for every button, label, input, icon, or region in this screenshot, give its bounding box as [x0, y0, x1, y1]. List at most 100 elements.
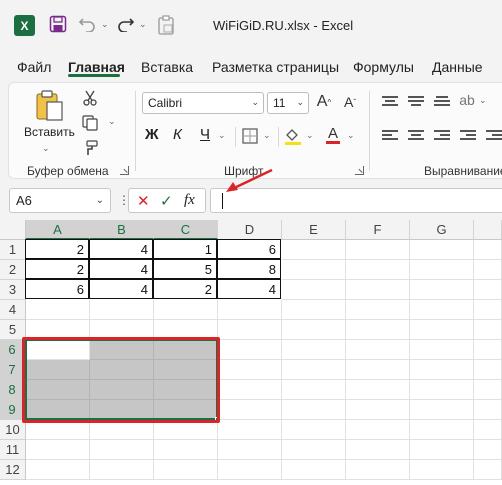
cell-a9[interactable] [26, 400, 90, 420]
cell-d12[interactable] [218, 460, 282, 480]
cell-f11[interactable] [346, 440, 410, 460]
cell-f5[interactable] [346, 320, 410, 340]
cell-d9[interactable] [218, 400, 282, 420]
row-header-5[interactable]: 5 [0, 320, 26, 340]
undo-dropdown-icon[interactable]: ⌄ [101, 19, 109, 30]
cell-g10[interactable] [410, 420, 474, 440]
align-middle-icon[interactable] [408, 96, 424, 108]
italic-button[interactable]: К [173, 126, 182, 143]
column-header-e[interactable]: E [282, 220, 346, 240]
cell-d11[interactable] [218, 440, 282, 460]
cell-a8[interactable] [26, 380, 90, 400]
cell-a7[interactable] [26, 360, 90, 380]
cell-f10[interactable] [346, 420, 410, 440]
row-header-6[interactable]: 6 [0, 340, 26, 360]
cell-f7[interactable] [346, 360, 410, 380]
cell-c2[interactable]: 5 [153, 259, 217, 279]
font-launcher-icon[interactable] [355, 166, 364, 175]
column-header-next[interactable] [474, 220, 502, 240]
row-header-12[interactable]: 12 [0, 460, 26, 480]
cell-h5[interactable] [474, 320, 502, 340]
cell-c12[interactable] [154, 460, 218, 480]
cell-h10[interactable] [474, 420, 502, 440]
align-top-icon[interactable] [382, 96, 398, 108]
cell-d5[interactable] [218, 320, 282, 340]
cell-h6[interactable] [474, 340, 502, 360]
cell-b4[interactable] [90, 300, 154, 320]
tab-insert[interactable]: Вставка [141, 59, 193, 75]
row-header-1[interactable]: 1 [0, 240, 26, 260]
paste-dropdown-icon[interactable]: ⌄ [42, 143, 50, 154]
column-header-b[interactable]: B [90, 220, 154, 240]
quick-paste-icon[interactable] [156, 14, 176, 36]
font-size-dropdown[interactable]: 11 ⌄ [267, 92, 309, 114]
cell-e12[interactable] [282, 460, 346, 480]
fill-color-dropdown-icon[interactable]: ⌄ [306, 130, 314, 141]
row-header-3[interactable]: 3 [0, 280, 26, 300]
cell-h2[interactable] [474, 260, 502, 280]
cell-b9[interactable] [90, 400, 154, 420]
underline-button[interactable]: Ч [200, 126, 210, 143]
tab-page-layout[interactable]: Разметка страницы [212, 59, 339, 75]
cell-e10[interactable] [282, 420, 346, 440]
cell-c4[interactable] [154, 300, 218, 320]
row-header-8[interactable]: 8 [0, 380, 26, 400]
tab-data[interactable]: Данные [432, 59, 483, 75]
cell-g12[interactable] [410, 460, 474, 480]
bold-button[interactable]: Ж [145, 126, 159, 143]
cell-g1[interactable] [410, 240, 474, 260]
cell-h12[interactable] [474, 460, 502, 480]
cell-c9[interactable] [154, 400, 218, 420]
cell-b11[interactable] [90, 440, 154, 460]
cell-h9[interactable] [474, 400, 502, 420]
borders-icon[interactable] [241, 127, 259, 145]
cell-g11[interactable] [410, 440, 474, 460]
fill-handle[interactable] [215, 417, 220, 422]
cell-c6[interactable] [154, 340, 218, 360]
cell-e4[interactable] [282, 300, 346, 320]
format-painter-icon[interactable] [81, 139, 99, 157]
column-header-g[interactable]: G [410, 220, 474, 240]
name-box[interactable]: A6 ⌄ [9, 188, 111, 213]
cell-a3[interactable]: 6 [25, 279, 89, 299]
cell-f1[interactable] [346, 240, 410, 260]
cell-e7[interactable] [282, 360, 346, 380]
align-center-icon[interactable] [408, 130, 424, 142]
cell-g4[interactable] [410, 300, 474, 320]
increase-indent-icon[interactable] [486, 130, 502, 142]
cell-c11[interactable] [154, 440, 218, 460]
cell-b8[interactable] [90, 380, 154, 400]
cell-c3[interactable]: 2 [153, 279, 217, 299]
borders-dropdown-icon[interactable]: ⌄ [263, 130, 271, 141]
cell-f3[interactable] [346, 280, 410, 300]
cell-c8[interactable] [154, 380, 218, 400]
cell-d7[interactable] [218, 360, 282, 380]
column-header-c[interactable]: C [154, 220, 218, 240]
cell-e8[interactable] [282, 380, 346, 400]
cell-c7[interactable] [154, 360, 218, 380]
cell-g8[interactable] [410, 380, 474, 400]
cell-e5[interactable] [282, 320, 346, 340]
cell-f12[interactable] [346, 460, 410, 480]
tab-formulas[interactable]: Формулы [353, 59, 414, 75]
tab-file[interactable]: Файл [17, 59, 51, 75]
cell-d4[interactable] [218, 300, 282, 320]
cell-g6[interactable] [410, 340, 474, 360]
cell-f2[interactable] [346, 260, 410, 280]
cell-h4[interactable] [474, 300, 502, 320]
cell-b7[interactable] [90, 360, 154, 380]
cell-d2[interactable]: 8 [217, 259, 281, 279]
copy-dropdown-icon[interactable]: ⌄ [108, 116, 116, 127]
row-header-4[interactable]: 4 [0, 300, 26, 320]
cell-e3[interactable] [282, 280, 346, 300]
cut-icon[interactable] [81, 89, 99, 107]
cell-d3[interactable]: 4 [217, 279, 281, 299]
redo-dropdown-icon[interactable]: ⌄ [139, 19, 147, 30]
cell-b10[interactable] [90, 420, 154, 440]
cell-a12[interactable] [26, 460, 90, 480]
column-header-d[interactable]: D [218, 220, 282, 240]
orientation-dropdown-icon[interactable]: ⌄ [479, 95, 487, 106]
cell-c10[interactable] [154, 420, 218, 440]
decrease-indent-icon[interactable] [460, 130, 476, 142]
align-right-icon[interactable] [434, 130, 450, 142]
